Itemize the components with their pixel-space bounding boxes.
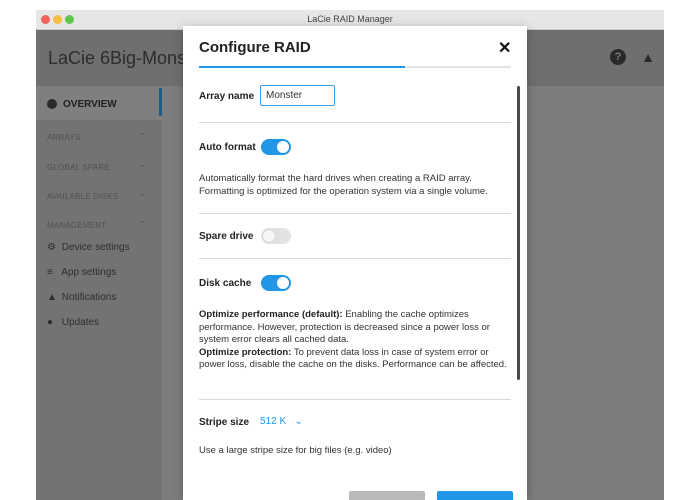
sidebar-item-device-settings[interactable]: ⚙ Device settings (47, 242, 130, 253)
spare-drive-toggle[interactable] (261, 228, 291, 244)
sidebar-item-overview[interactable]: OVERVIEW (36, 86, 162, 120)
toggle-knob (277, 141, 289, 153)
chevron-down-icon: ⌄ (288, 416, 303, 427)
sidebar-item-label: Notifications (61, 292, 117, 303)
auto-format-description: Automatically format the hard drives whe… (199, 173, 488, 197)
stripe-size-description: Use a large stripe size for big files (e… (199, 445, 392, 456)
sidebar: OVERVIEW ARRAYS ⌃ GLOBAL SPARE ⌄ AVAILAB… (36, 86, 162, 500)
array-name-label: Array name (199, 91, 255, 102)
sidebar-section-global-spare[interactable]: GLOBAL SPARE (47, 163, 110, 172)
stripe-size-select[interactable]: 512 K ⌄ (260, 416, 303, 427)
configure-raid-dialog: Configure RAID ✕ Array name Auto format … (183, 26, 527, 500)
dialog-title: Configure RAID (199, 39, 311, 56)
wizard-progress-bar (199, 66, 511, 68)
sidebar-item-label: Device settings (61, 242, 130, 253)
active-indicator (159, 88, 162, 116)
sidebar-item-label: Updates (61, 317, 100, 328)
overview-icon (47, 99, 57, 109)
close-icon[interactable]: ✕ (498, 38, 511, 58)
stripe-size-value: 512 K (260, 416, 287, 427)
array-name-input[interactable] (260, 85, 335, 106)
sidebar-item-app-settings[interactable]: ≡ App settings (47, 267, 116, 278)
chevron-down-icon[interactable]: ⌄ (139, 189, 146, 198)
next-button[interactable] (437, 491, 513, 500)
scrollbar-thumb[interactable] (517, 86, 520, 380)
bell-icon: ▲ (47, 292, 57, 303)
divider (199, 213, 511, 214)
shield-icon: ● (47, 317, 54, 328)
disk-cache-toggle[interactable] (261, 275, 291, 291)
divider (199, 258, 511, 259)
divider (199, 399, 511, 400)
chevron-down-icon[interactable]: ⌄ (139, 160, 146, 169)
optimize-performance-heading: Optimize performance (default): (199, 309, 343, 320)
sliders-icon: ≡ (47, 267, 53, 278)
sidebar-item-updates[interactable]: ● Updates (47, 317, 99, 328)
divider (199, 122, 511, 123)
chevron-up-icon[interactable]: ⌃ (139, 220, 146, 229)
sidebar-section-available-disks[interactable]: AVAILABLE DISKS (47, 192, 118, 201)
auto-format-label: Auto format (199, 142, 256, 153)
sidebar-section-arrays[interactable]: ARRAYS (47, 133, 81, 142)
notification-bell-icon[interactable]: ▲ (640, 49, 656, 65)
help-icon[interactable]: ? (610, 49, 626, 65)
optimize-protection-heading: Optimize protection: (199, 346, 292, 358)
spare-drive-label: Spare drive (199, 231, 254, 242)
auto-format-toggle[interactable] (261, 139, 291, 155)
toggle-knob (263, 230, 275, 242)
back-button[interactable] (349, 491, 425, 500)
stripe-size-label: Stripe size (199, 417, 250, 428)
wizard-progress-fill (199, 66, 405, 68)
sidebar-item-label: App settings (61, 267, 117, 278)
sidebar-item-label: OVERVIEW (63, 99, 117, 110)
chevron-up-icon[interactable]: ⌃ (139, 132, 146, 141)
disk-cache-description: Optimize performance (default): Enabling… (199, 309, 511, 372)
toggle-knob (277, 277, 289, 289)
gear-icon: ⚙ (47, 242, 56, 253)
window-title: LaCie RAID Manager (307, 14, 393, 24)
disk-cache-label: Disk cache (199, 278, 252, 289)
sidebar-section-management[interactable]: MANAGEMENT (47, 221, 106, 230)
sidebar-item-notifications[interactable]: ▲ Notifications (47, 292, 116, 303)
